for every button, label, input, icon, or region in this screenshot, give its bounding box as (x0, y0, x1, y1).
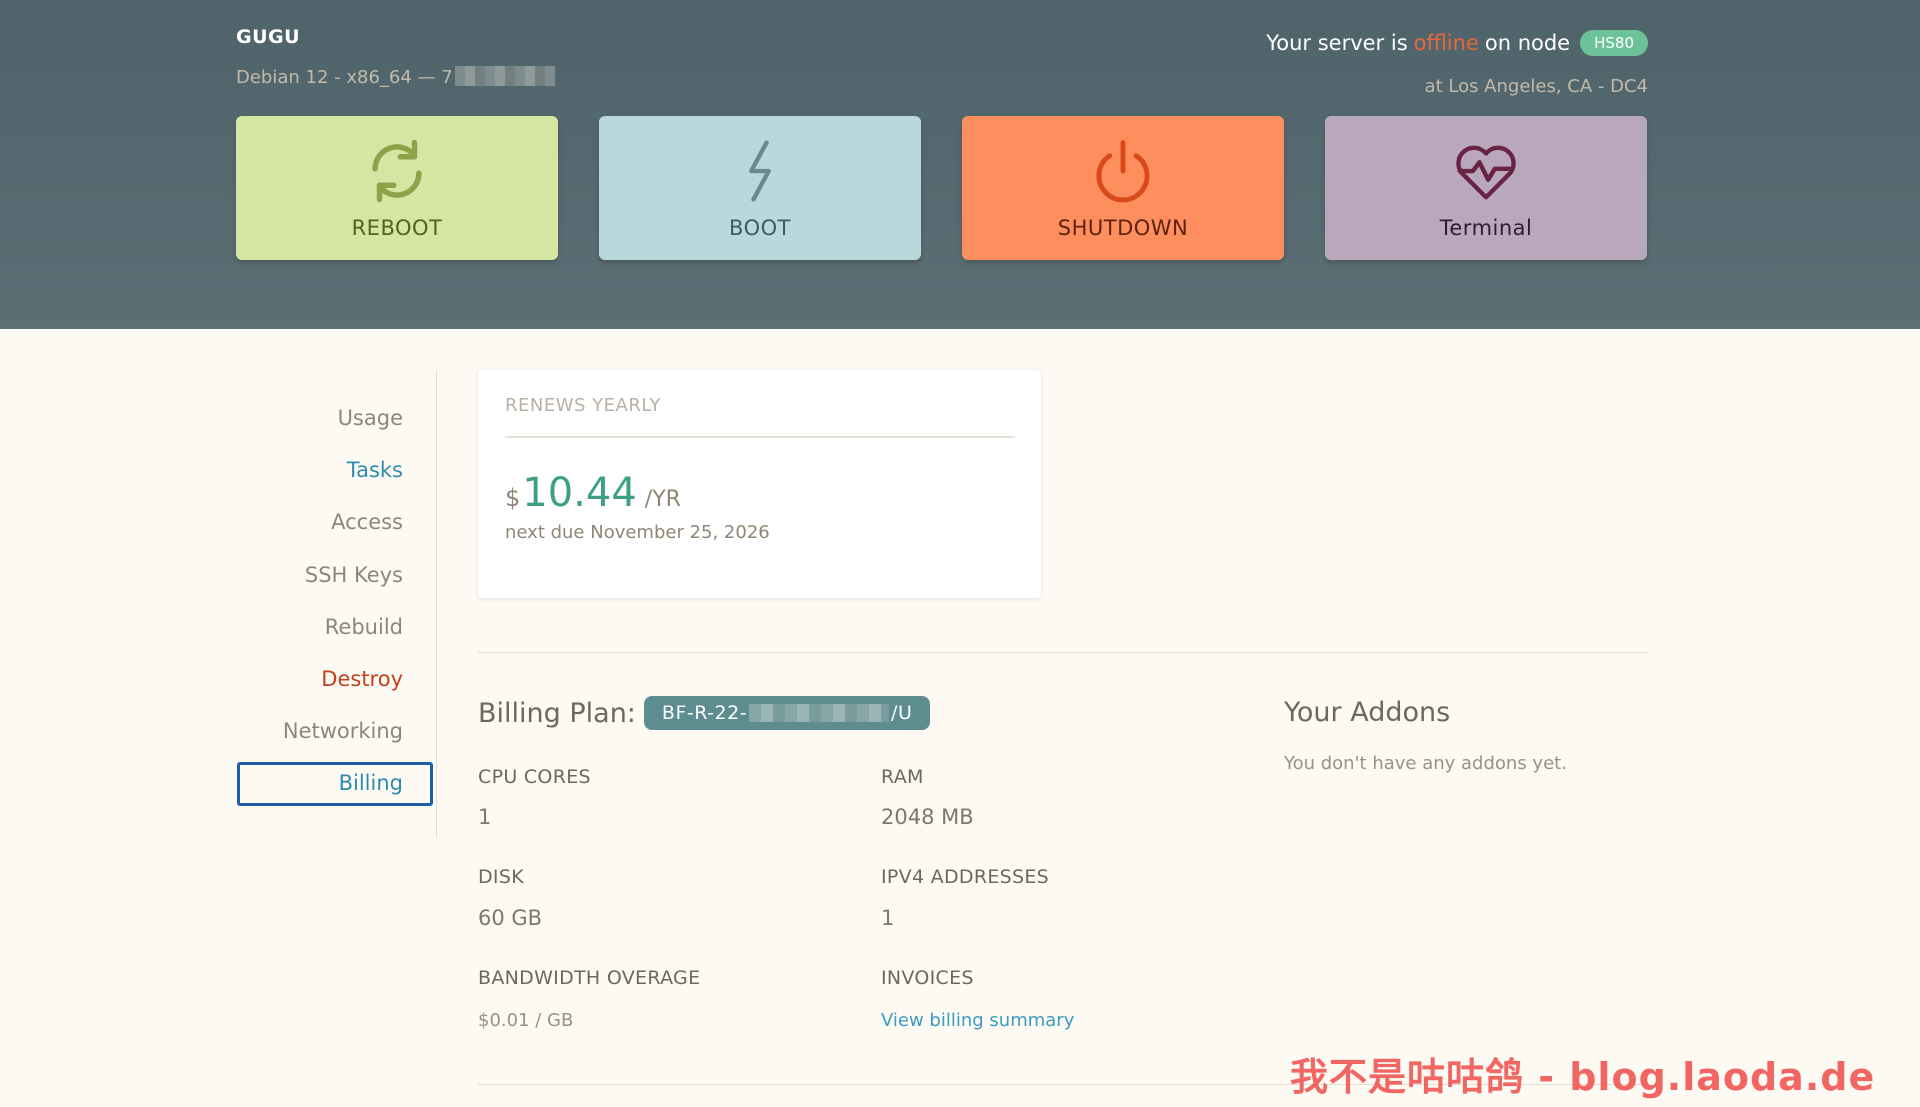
reboot-label: REBOOT (351, 216, 443, 240)
sidebar-divider (436, 370, 437, 838)
bandwidth-value: $0.01 / GB (478, 1010, 574, 1031)
reboot-button[interactable]: REBOOT (236, 116, 558, 260)
renewal-title: RENEWS YEARLY (505, 395, 661, 416)
billing-plan: Billing Plan: BF-R-22- /U (478, 696, 931, 730)
renewal-price: $ 10.44 /YR (505, 470, 681, 516)
view-billing-summary-link[interactable]: View billing summary (881, 1010, 1074, 1031)
terminal-label: Terminal (1439, 216, 1533, 240)
lightning-icon (749, 140, 771, 202)
sidebar-item-access[interactable]: Access (331, 510, 403, 534)
next-due-date: next due November 25, 2026 (505, 522, 770, 543)
sidebar-item-rebuild[interactable]: Rebuild (325, 615, 403, 639)
sidebar-active-indicator (237, 762, 433, 806)
status-prefix: Your server is (1266, 31, 1408, 55)
sidebar-item-usage[interactable]: Usage (338, 406, 403, 430)
redacted-blur (749, 704, 890, 722)
plan-suffix: /U (891, 702, 913, 724)
server-os-text: Debian 12 - x86_64 — 7 (236, 67, 453, 88)
ipv4-value: 1 (881, 906, 895, 930)
addons-title: Your Addons (1284, 697, 1451, 728)
boot-button[interactable]: BOOT (599, 116, 921, 260)
sidebar-item-networking[interactable]: Networking (283, 719, 403, 743)
sidebar-item-billing[interactable]: Billing (339, 771, 403, 795)
renewal-divider (505, 436, 1015, 438)
power-icon (1096, 140, 1150, 203)
price-period: /YR (644, 487, 681, 512)
sidebar-item-ssh-keys[interactable]: SSH Keys (305, 563, 403, 587)
renewal-card: RENEWS YEARLY $ 10.44 /YR next due Novem… (478, 370, 1041, 598)
node-badge: HS80 (1580, 30, 1648, 56)
status-offline: offline (1413, 31, 1479, 55)
ram-label: RAM (881, 766, 924, 788)
ipv4-label: IPV4 ADDRESSES (881, 866, 1050, 888)
heart-pulse-icon (1456, 145, 1516, 200)
billing-plan-label: Billing Plan: (478, 697, 636, 729)
boot-label: BOOT (729, 216, 791, 240)
sidebar-item-tasks[interactable]: Tasks (347, 458, 403, 482)
disk-label: DISK (478, 866, 524, 888)
redacted-blur (454, 66, 555, 86)
addons-empty-message: You don't have any addons yet. (1284, 753, 1567, 774)
server-status: Your server is offline on node HS80 (1266, 30, 1648, 56)
sidebar-item-destroy[interactable]: Destroy (321, 667, 403, 691)
server-os: Debian 12 - x86_64 — 7 (236, 66, 555, 88)
status-mid: on node (1484, 31, 1571, 55)
billing-plan-badge: BF-R-22- /U (643, 696, 931, 730)
shutdown-button[interactable]: SHUTDOWN (962, 116, 1284, 260)
bandwidth-label: BANDWIDTH OVERAGE (478, 967, 701, 989)
server-name: GUGU (236, 26, 301, 48)
server-header: GUGU Debian 12 - x86_64 — 7 Your server … (0, 0, 1920, 329)
refresh-icon (372, 139, 422, 203)
disk-value: 60 GB (478, 906, 543, 930)
price-amount: 10.44 (522, 470, 637, 516)
cpu-value: 1 (478, 805, 492, 829)
plan-prefix: BF-R-22- (661, 702, 748, 724)
section-divider (478, 652, 1648, 653)
server-location: at Los Angeles, CA - DC4 (1424, 76, 1648, 97)
price-currency: $ (505, 484, 521, 512)
invoices-label: INVOICES (881, 967, 974, 989)
ram-value: 2048 MB (881, 805, 974, 829)
watermark: 我不是咕咕鸽 - blog.laoda.de (1290, 1055, 1876, 1099)
terminal-button[interactable]: Terminal (1325, 116, 1647, 260)
cpu-label: CPU CORES (478, 766, 591, 788)
shutdown-label: SHUTDOWN (1057, 216, 1189, 240)
